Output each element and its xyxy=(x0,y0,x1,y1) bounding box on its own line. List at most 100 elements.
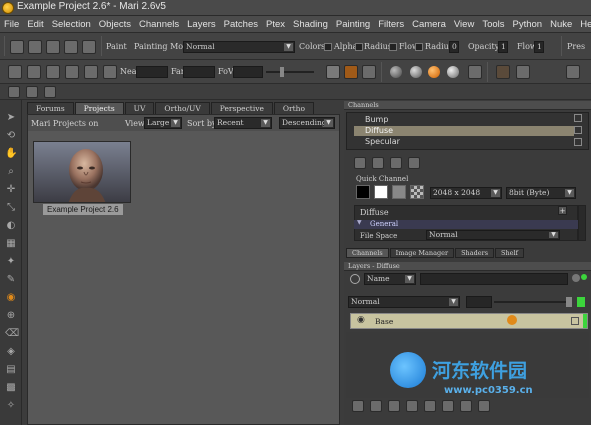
sphere-tool-icon[interactable]: ◐ xyxy=(5,220,17,232)
layer-search-input[interactable] xyxy=(420,273,568,285)
select-tool-icon[interactable]: ➤ xyxy=(5,112,17,124)
eyedropper-tool-icon[interactable]: ✧ xyxy=(5,400,17,412)
opacity-field[interactable]: 1 xyxy=(498,41,508,53)
channel-item-specular[interactable]: Specular xyxy=(354,137,574,147)
rotate-tool-icon[interactable]: ⟲ xyxy=(5,130,17,142)
menu-view[interactable]: View xyxy=(450,19,478,30)
menu-layers[interactable]: Layers xyxy=(183,19,220,30)
smudge-tool-icon[interactable]: ◈ xyxy=(5,346,17,358)
tab-projects[interactable]: Projects xyxy=(74,102,124,114)
tab-channels[interactable]: Channels xyxy=(346,248,389,258)
menu-painting[interactable]: Painting xyxy=(332,19,374,30)
transform-tool-icon[interactable]: ✛ xyxy=(5,184,17,196)
checker-icon[interactable] xyxy=(362,65,376,79)
wand-tool-icon[interactable]: ✦ xyxy=(5,256,17,268)
tab-forums[interactable]: Forums xyxy=(27,102,74,114)
alpha-checkbox[interactable] xyxy=(355,43,363,51)
layers-icon[interactable] xyxy=(8,86,20,98)
lock-icon[interactable] xyxy=(574,126,582,134)
flat-shading-icon[interactable] xyxy=(390,66,402,78)
layer-opacity-field[interactable] xyxy=(466,296,492,308)
arrow-icon[interactable] xyxy=(84,65,98,79)
general-section-header[interactable]: ▼ General xyxy=(354,219,578,229)
tab-image-manager[interactable]: Image Manager xyxy=(389,248,455,258)
channel-item-bump[interactable]: Bump xyxy=(354,115,574,125)
grey-swatch[interactable] xyxy=(392,185,406,199)
frame-icon[interactable] xyxy=(65,65,79,79)
symmetry-icon[interactable] xyxy=(566,65,580,79)
lock-icon[interactable] xyxy=(571,317,579,325)
add-procedural-icon[interactable] xyxy=(388,400,400,412)
menu-python[interactable]: Python xyxy=(509,19,547,30)
project-thumbnail[interactable] xyxy=(33,141,131,203)
mask-icon[interactable] xyxy=(424,400,436,412)
tab-ortho-uv[interactable]: Ortho/UV xyxy=(155,102,210,114)
white-swatch[interactable] xyxy=(374,185,388,199)
duplicate-channel-icon[interactable] xyxy=(372,157,384,169)
tab-shaders[interactable]: Shaders xyxy=(455,248,495,258)
menu-patches[interactable]: Patches xyxy=(220,19,262,30)
pin-tool-icon[interactable]: ✎ xyxy=(5,274,17,286)
properties-scrollbar[interactable] xyxy=(578,205,586,241)
dot-icon[interactable] xyxy=(496,65,510,79)
export-channel-icon[interactable] xyxy=(390,157,402,169)
eraser-tool-icon[interactable]: ⌫ xyxy=(5,328,19,340)
link-icon[interactable] xyxy=(64,40,78,54)
channel-item-diffuse[interactable]: Diffuse xyxy=(354,126,574,136)
lighting-icon[interactable] xyxy=(410,66,422,78)
camera-icon[interactable] xyxy=(27,65,41,79)
wireframe-icon[interactable] xyxy=(468,65,482,79)
delete-layer-icon[interactable] xyxy=(478,400,490,412)
add-layer-icon[interactable] xyxy=(352,400,364,412)
tab-uv[interactable]: UV xyxy=(124,102,155,114)
delete-channel-icon[interactable] xyxy=(408,157,420,169)
grid-tool-icon[interactable]: ▦ xyxy=(5,238,17,250)
brush-icon[interactable] xyxy=(44,86,56,98)
layer-filter-dropdown[interactable]: Name ▼ xyxy=(364,273,416,285)
palette-icon[interactable] xyxy=(26,86,38,98)
menu-filters[interactable]: Filters xyxy=(374,19,408,30)
fill-tool-icon[interactable]: ▩ xyxy=(5,382,17,394)
grid-icon[interactable] xyxy=(8,65,22,79)
near-field[interactable] xyxy=(136,66,168,78)
fov-field[interactable] xyxy=(233,66,263,78)
projection-icon[interactable] xyxy=(103,65,117,79)
gradient-tool-icon[interactable]: ▤ xyxy=(5,364,17,376)
radius-checkbox[interactable] xyxy=(389,43,397,51)
flow-field[interactable]: 1 xyxy=(534,41,544,53)
menu-tools[interactable]: Tools xyxy=(478,19,508,30)
duplicate-layer-icon[interactable] xyxy=(460,400,472,412)
tab-ortho[interactable]: Ortho xyxy=(273,102,314,114)
scale-tool-icon[interactable]: ⤡ xyxy=(5,202,17,214)
add-adjustment-icon[interactable] xyxy=(370,400,382,412)
tab-shelf[interactable]: Shelf xyxy=(495,248,525,258)
pan-tool-icon[interactable]: ✋ xyxy=(5,148,17,160)
colors-checkbox[interactable] xyxy=(324,43,332,51)
save-icon[interactable] xyxy=(46,40,60,54)
layer-opacity-slider[interactable] xyxy=(494,301,570,303)
menu-help[interactable]: Help xyxy=(576,19,591,30)
merge-icon[interactable] xyxy=(442,400,454,412)
depth-dropdown[interactable]: 8bit (Byte) ▼ xyxy=(506,187,576,199)
fov-slider-track[interactable] xyxy=(266,71,314,73)
new-file-icon[interactable] xyxy=(10,40,24,54)
project-name[interactable]: Example Project 2.6 xyxy=(43,204,123,215)
menu-channels[interactable]: Channels xyxy=(135,19,183,30)
zoom-tool-icon[interactable]: ⌕ xyxy=(5,166,17,178)
add-channel-icon[interactable] xyxy=(354,157,366,169)
menu-camera[interactable]: Camera xyxy=(408,19,450,30)
file-space-dropdown[interactable]: Normal ▼ xyxy=(426,230,560,240)
far-field[interactable] xyxy=(183,66,215,78)
view-dropdown[interactable]: Large ▼ xyxy=(144,117,182,129)
cube-icon[interactable] xyxy=(326,65,340,79)
painting-mode-dropdown[interactable]: Normal ▼ xyxy=(183,41,295,53)
blend-mode-dropdown[interactable]: Normal ▼ xyxy=(348,296,460,308)
full-shading-icon[interactable] xyxy=(428,66,440,78)
menu-shading[interactable]: Shading xyxy=(289,19,332,30)
unlink-icon[interactable] xyxy=(82,40,96,54)
sort-dropdown[interactable]: Recent ▼ xyxy=(214,117,272,129)
delete-icon[interactable] xyxy=(28,40,42,54)
lock-icon[interactable] xyxy=(574,138,582,146)
add-property-icon[interactable]: + xyxy=(558,206,567,215)
group-layer-icon[interactable] xyxy=(406,400,418,412)
